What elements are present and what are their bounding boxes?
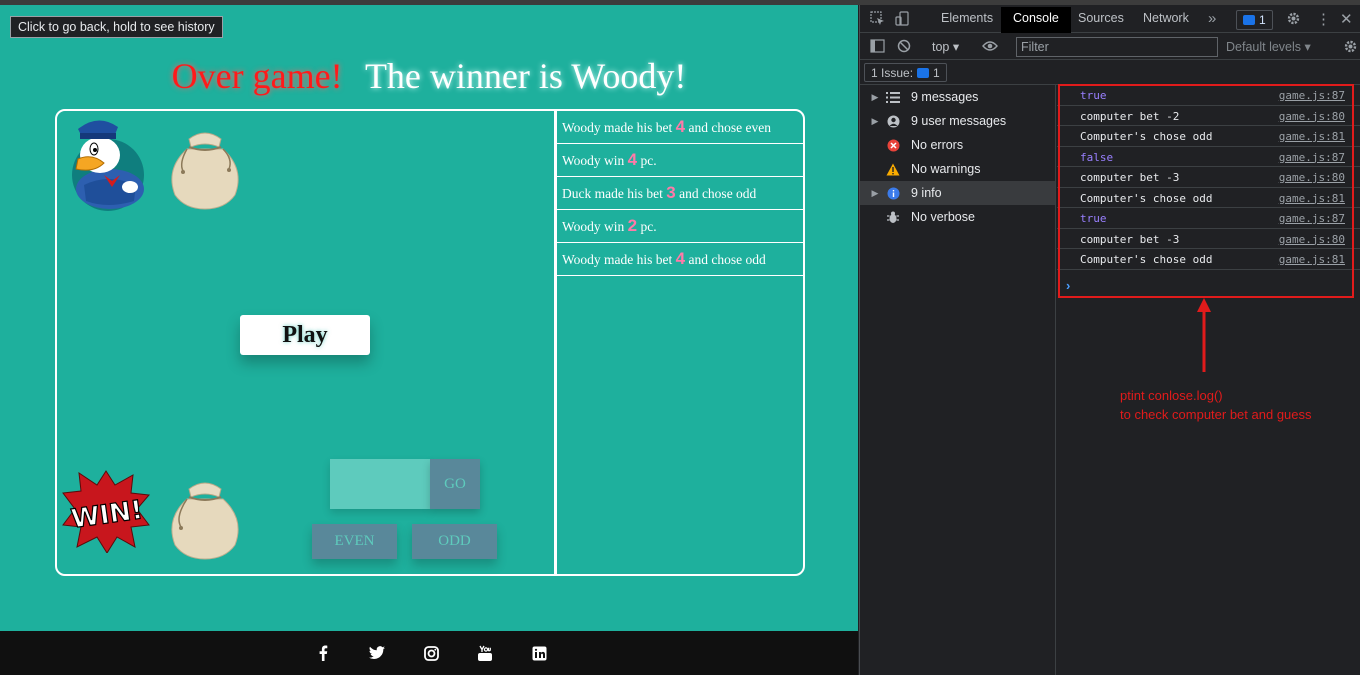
- log-text: Woody win: [562, 153, 628, 168]
- live-expression-eye-icon[interactable]: [982, 39, 998, 55]
- log-entry: Woody made his bet 4 and chose odd: [557, 243, 803, 276]
- inspect-element-icon[interactable]: [870, 11, 885, 29]
- back-button-tooltip: Click to go back, hold to see history: [10, 16, 223, 38]
- twitter-icon[interactable]: [367, 643, 387, 663]
- clear-console-icon[interactable]: [897, 39, 911, 56]
- issues-bar: 1 Issue: 1: [860, 61, 1360, 85]
- log-text: and chose odd: [685, 252, 766, 267]
- sidebar-item-label: No warnings: [911, 162, 981, 176]
- play-button[interactable]: Play: [240, 315, 370, 355]
- error-icon: [884, 138, 902, 152]
- expand-arrow-icon[interactable]: ▶: [866, 116, 884, 127]
- win-burst-icon: WIN!: [62, 470, 150, 553]
- log-levels-label: Default levels: [1226, 40, 1302, 54]
- list-icon: [884, 90, 902, 104]
- log-entry: Woody win 2 pc.: [557, 210, 803, 243]
- warning-icon: [884, 162, 902, 176]
- annotation-line: ptint conlose.log(): [1120, 388, 1223, 403]
- log-number: 4: [675, 249, 686, 268]
- log-entry: Woody win 4 pc.: [557, 144, 803, 177]
- sidebar-item-label: 9 info: [911, 186, 942, 200]
- game-board: WIN! Play GO EVEN ODD Woody made his bet…: [55, 109, 805, 576]
- sidebar-item-verbose[interactable]: No verbose: [860, 205, 1055, 229]
- more-options-icon[interactable]: ⋮: [1316, 10, 1331, 28]
- console-filter-input[interactable]: [1016, 37, 1218, 57]
- log-text: Duck made his bet: [562, 186, 667, 201]
- go-button[interactable]: GO: [430, 459, 480, 509]
- instagram-icon[interactable]: [421, 643, 441, 663]
- bet-input[interactable]: [330, 459, 430, 509]
- tab-elements[interactable]: Elements: [941, 11, 993, 25]
- sidebar-item-label: 9 user messages: [911, 114, 1007, 128]
- tab-sources[interactable]: Sources: [1078, 11, 1124, 25]
- issues-badge-count: 1: [1259, 13, 1266, 27]
- console-toolbar: top ▾ Default levels ▾: [860, 34, 1360, 60]
- sidebar-item-errors[interactable]: No errors: [860, 133, 1055, 157]
- log-number: 4: [627, 150, 638, 169]
- sidebar-item-label: 9 messages: [911, 90, 979, 104]
- game-over-text: Over game!: [171, 56, 343, 96]
- info-icon: [884, 186, 902, 200]
- issues-label: 1 Issue:: [871, 65, 914, 80]
- facebook-icon[interactable]: [313, 643, 333, 663]
- sidebar-item-label: No verbose: [911, 210, 975, 224]
- log-entry: Woody made his bet 4 and chose even: [557, 111, 803, 144]
- linkedin-icon[interactable]: [529, 643, 549, 663]
- device-toolbar-icon[interactable]: [895, 11, 910, 29]
- log-text: pc.: [637, 153, 657, 168]
- sidebar-toggle-icon[interactable]: [870, 39, 885, 56]
- odd-button[interactable]: ODD: [412, 524, 497, 559]
- sidebar-item-label: No errors: [911, 138, 964, 152]
- issues-link[interactable]: 1 Issue: 1: [864, 63, 947, 82]
- log-entry: Duck made his bet 3 and chose odd: [557, 177, 803, 210]
- log-text: Woody made his bet: [562, 120, 676, 135]
- duck-avatar: [72, 120, 144, 211]
- log-text: pc.: [637, 219, 657, 234]
- page-footer: [0, 631, 858, 675]
- context-selector[interactable]: top ▾: [932, 39, 959, 54]
- context-value: top: [932, 40, 950, 54]
- winner-text: The winner is Woody!: [364, 56, 687, 96]
- sidebar-item-user-messages[interactable]: ▶ 9 user messages: [860, 109, 1055, 133]
- console-settings-gear-icon[interactable]: [1343, 39, 1358, 57]
- expand-arrow-icon[interactable]: ▶: [866, 188, 884, 199]
- log-number: 4: [675, 117, 686, 136]
- expand-arrow-icon[interactable]: ▶: [866, 92, 884, 103]
- tab-network[interactable]: Network: [1143, 11, 1189, 25]
- even-button[interactable]: EVEN: [312, 524, 397, 559]
- game-page: Click to go back, hold to see history Ov…: [0, 5, 858, 631]
- settings-gear-icon[interactable]: [1286, 11, 1301, 29]
- issue-message-icon: [917, 67, 930, 78]
- close-devtools-icon[interactable]: ✕: [1340, 10, 1353, 28]
- annotation-line: to check computer bet and guess: [1120, 407, 1312, 422]
- issues-count: 1: [933, 65, 940, 80]
- log-number: 3: [666, 183, 676, 202]
- game-log: Woody made his bet 4 and chose even Wood…: [557, 111, 803, 276]
- issue-message-icon: [1243, 15, 1255, 25]
- user-icon: [884, 114, 902, 128]
- annotation-highlight-box: [1058, 84, 1354, 298]
- log-text: Woody win: [562, 219, 628, 234]
- bottom-sack-icon: [171, 482, 239, 560]
- more-tabs-icon[interactable]: »: [1208, 10, 1216, 27]
- log-number: 2: [627, 216, 638, 235]
- top-sack-icon: [171, 132, 239, 210]
- annotation-note: ptint conlose.log() to check computer be…: [1120, 386, 1312, 424]
- sidebar-item-messages[interactable]: ▶ 9 messages: [860, 85, 1055, 109]
- sidebar-item-info[interactable]: ▶ 9 info: [860, 181, 1055, 205]
- log-text: and chose odd: [675, 186, 757, 201]
- page-title: Over game! The winner is Woody!: [0, 55, 858, 97]
- annotation-arrow-icon: [1197, 298, 1211, 372]
- youtube-icon[interactable]: [475, 643, 495, 663]
- sidebar-item-warnings[interactable]: No warnings: [860, 157, 1055, 181]
- console-sidebar: ▶ 9 messages ▶ 9 user messages No errors: [860, 85, 1056, 675]
- devtools-tabbar: Elements Console Sources Network » 1 ⋮ ✕: [860, 7, 1360, 33]
- issues-badge[interactable]: 1: [1236, 10, 1273, 30]
- tab-console[interactable]: Console: [1001, 7, 1071, 33]
- bug-icon: [884, 210, 902, 224]
- log-text: and chose even: [685, 120, 771, 135]
- log-text: Woody made his bet: [562, 252, 676, 267]
- log-levels-dropdown[interactable]: Default levels ▾: [1226, 39, 1311, 54]
